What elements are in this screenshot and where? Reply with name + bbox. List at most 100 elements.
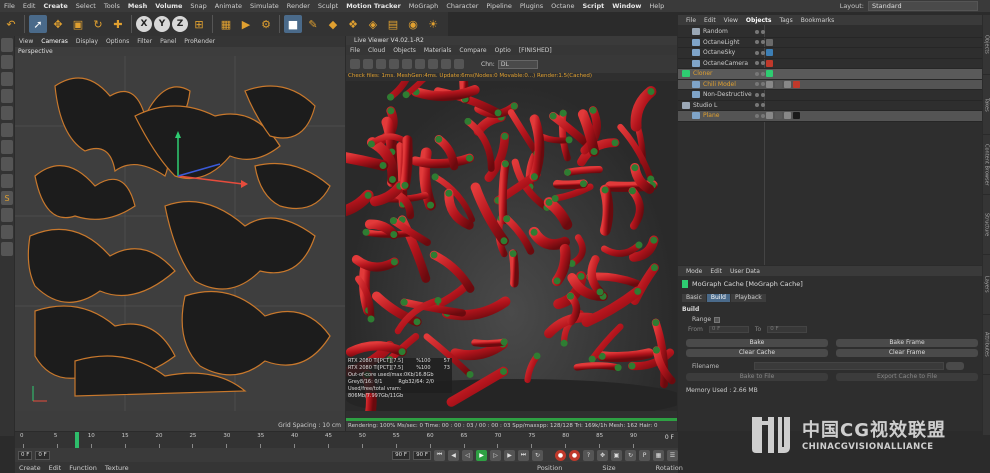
render-visibility-dot[interactable] xyxy=(761,82,765,87)
menu-character[interactable]: Character xyxy=(442,2,482,10)
visibility-flags[interactable] xyxy=(755,92,765,97)
render-visibility-dot[interactable] xyxy=(761,40,765,45)
live-viewer-menu-cloud[interactable]: Cloud xyxy=(364,47,389,54)
live-viewer-menu-compare[interactable]: Compare xyxy=(455,47,490,54)
viewport-canvas[interactable] xyxy=(15,56,345,411)
object-row[interactable]: OctaneCamera xyxy=(678,59,982,69)
settings-icon[interactable] xyxy=(402,59,412,69)
object-row[interactable]: Studio L xyxy=(678,101,982,111)
editor-visibility-dot[interactable] xyxy=(755,61,759,66)
menu-edit[interactable]: Edit xyxy=(19,2,40,10)
prev-frame-icon[interactable]: ◁ xyxy=(462,449,473,461)
side-tab-structure[interactable]: Structure xyxy=(983,195,990,255)
render-visibility-dot[interactable] xyxy=(761,71,765,76)
live-viewer-menu-objects[interactable]: Objects xyxy=(389,47,420,54)
model-mode-icon[interactable] xyxy=(1,55,13,69)
prev-key-icon[interactable]: ◀ xyxy=(448,449,459,461)
workplane-icon[interactable] xyxy=(1,89,13,103)
select-tool-icon[interactable]: ➚ xyxy=(29,15,47,33)
material-menu-edit[interactable]: Edit xyxy=(45,464,66,472)
edges-mode-icon[interactable] xyxy=(1,123,13,137)
object-menu-tags[interactable]: Tags xyxy=(775,17,796,24)
menu-motion-tracker[interactable]: Motion Tracker xyxy=(342,2,405,10)
menu-window[interactable]: Window xyxy=(608,2,645,10)
object-name[interactable]: Cloner xyxy=(693,70,763,77)
browse-file-button[interactable] xyxy=(946,362,964,370)
object-row[interactable]: OctaneLight xyxy=(678,38,982,48)
material-tag-icon[interactable] xyxy=(775,112,782,120)
param-key-icon[interactable]: P xyxy=(639,449,650,461)
tab-build[interactable]: Build xyxy=(706,294,730,302)
points-mode-icon[interactable] xyxy=(1,106,13,120)
clear-frame-button[interactable]: Clear Frame xyxy=(836,349,978,357)
editor-visibility-dot[interactable] xyxy=(755,92,759,97)
object-menu-file[interactable]: File xyxy=(682,17,700,24)
menu-select[interactable]: Select xyxy=(72,2,100,10)
viewport-menu-filter[interactable]: Filter xyxy=(133,38,156,45)
end-frame-field[interactable]: 90 F xyxy=(392,450,411,460)
render-view-icon[interactable]: ▶ xyxy=(237,15,255,33)
material-tag-icon[interactable] xyxy=(766,38,773,46)
menu-pipeline[interactable]: Pipeline xyxy=(482,2,515,10)
object-row[interactable]: Random xyxy=(678,27,982,38)
attribute-menu-mode[interactable]: Mode xyxy=(682,268,706,275)
rotate-tool-icon[interactable]: ↻ xyxy=(89,15,107,33)
send-scene-icon[interactable] xyxy=(350,59,360,69)
side-tab-objects[interactable]: Objects xyxy=(983,15,990,75)
cube-icon[interactable]: ■ xyxy=(284,15,302,33)
live-viewer-menu-materials[interactable]: Materials xyxy=(420,47,456,54)
object-menu-edit[interactable]: Edit xyxy=(700,17,720,24)
object-row[interactable]: Chili Model xyxy=(678,79,982,90)
viewport-menu-cameras[interactable]: Cameras xyxy=(37,38,72,45)
side-tab-attributes[interactable]: Attributes xyxy=(983,315,990,375)
live-viewer-menu-optio[interactable]: Optio xyxy=(491,47,515,54)
go-to-end-icon[interactable]: ⏭ xyxy=(518,449,529,461)
timeline-menu-icon[interactable]: ☰ xyxy=(667,449,678,461)
render-visibility-dot[interactable] xyxy=(761,103,765,108)
move-tool-icon[interactable]: ✥ xyxy=(49,15,67,33)
editor-visibility-dot[interactable] xyxy=(755,29,759,34)
viewport-menu-prorender[interactable]: ProRender xyxy=(180,38,219,45)
axis-mode-icon[interactable] xyxy=(1,174,13,188)
object-row[interactable]: Non-Destructive xyxy=(678,90,982,101)
axis-x-button[interactable]: X xyxy=(136,16,152,32)
object-menu-bookmarks[interactable]: Bookmarks xyxy=(797,17,839,24)
tab-basic[interactable]: Basic xyxy=(682,294,706,302)
visibility-flags[interactable] xyxy=(755,113,765,118)
locked-workplane-icon[interactable] xyxy=(1,225,13,239)
go-to-start-icon[interactable]: ⏮ xyxy=(434,449,445,461)
menu-help[interactable]: Help xyxy=(645,2,668,10)
attribute-menu-edit[interactable]: Edit xyxy=(706,268,726,275)
material-tag-icon[interactable] xyxy=(793,80,800,88)
side-tab-layers[interactable]: Layers xyxy=(983,255,990,315)
render-output[interactable]: RTX 2080 Ti[PCT][7.5] %100 57 RTX 2080 Ti[P… xyxy=(346,81,677,411)
position-key-icon[interactable]: ✥ xyxy=(597,449,608,461)
snap-icon[interactable]: S xyxy=(1,191,13,205)
from-field[interactable]: 0 F xyxy=(708,326,749,333)
material-tag-icon[interactable] xyxy=(775,80,782,88)
render-visibility-dot[interactable] xyxy=(761,61,765,66)
editor-visibility-dot[interactable] xyxy=(755,71,759,76)
menu-file[interactable]: File xyxy=(0,2,19,10)
axis-y-button[interactable]: Y xyxy=(154,16,170,32)
scale-tool-icon[interactable]: ▣ xyxy=(69,15,87,33)
material-tag-icon[interactable] xyxy=(766,80,773,88)
material-menu-texture[interactable]: Texture xyxy=(101,464,133,472)
enable-axis-icon[interactable] xyxy=(1,242,13,256)
material-menu-function[interactable]: Function xyxy=(65,464,101,472)
zoom-icon[interactable] xyxy=(454,59,464,69)
preview-end-field[interactable]: 90 F xyxy=(413,450,431,460)
menu-animate[interactable]: Animate xyxy=(211,2,246,10)
menu-mograph[interactable]: MoGraph xyxy=(405,2,443,10)
editor-visibility-dot[interactable] xyxy=(755,40,759,45)
menu-simulate[interactable]: Simulate xyxy=(246,2,283,10)
next-key-icon[interactable]: ▶ xyxy=(504,449,515,461)
viewport-menu-view[interactable]: View xyxy=(15,38,37,45)
visibility-flags[interactable] xyxy=(755,82,765,87)
menu-create[interactable]: Create xyxy=(39,2,71,10)
object-row[interactable]: Plane xyxy=(678,111,982,122)
timeline-ruler[interactable]: 0 5 10 15 20 25 30 35 40 45 50 55 60 65 70 75 80 85 90 xyxy=(15,432,678,448)
render-region-icon[interactable]: ▦ xyxy=(217,15,235,33)
export-cache-button[interactable]: Export Cache to File xyxy=(836,373,978,381)
visibility-flags[interactable] xyxy=(755,29,765,34)
